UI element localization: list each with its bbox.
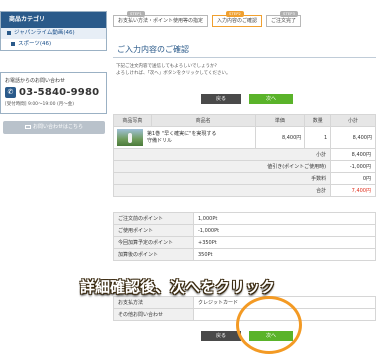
summary-value: 0円 [330, 172, 376, 185]
mail-icon [24, 124, 31, 129]
title-divider [113, 57, 376, 58]
bullet-icon [11, 41, 15, 46]
points-value: +350Pt [193, 236, 376, 249]
category-label: ジャパンライム動画(46) [14, 30, 75, 36]
payment-label: その他お問い合わせ [113, 308, 194, 321]
col-header: 数量 [304, 114, 332, 127]
contact-mail-button[interactable]: お問い合わせはこちら [3, 121, 105, 134]
contact-box: お電話からのお問い合わせ ✆ 03-5840-9980 [受付時間] 9:00〜… [0, 72, 107, 114]
step-1: STEP1 お支払い方法・ポイント使用等の指定 [113, 11, 209, 27]
product-table-header: 商品写真 商品名 単価 数量 小計 [113, 114, 376, 127]
category-box: 商品カテゴリ ジャパンライム動画(46) スポーツ(46) [0, 11, 107, 51]
step-3: STEP3 ご注文完了 [266, 11, 302, 27]
product-table: 商品写真 商品名 単価 数量 小計 第1巻 "早く確実に"を実現する守備ドリル … [112, 114, 376, 197]
category-item-sports[interactable]: スポーツ(46) [1, 39, 106, 50]
contact-mail-label: お問い合わせはこちら [32, 124, 83, 130]
table-row: 第1巻 "早く確実に"を実現する守備ドリル 8,400円 1 8,400円 [113, 126, 376, 149]
col-header: 商品写真 [113, 114, 152, 127]
step-number: STEP3 [280, 11, 298, 17]
step-2: STEP2 入力内容のご確認 [212, 11, 263, 27]
col-header: 小計 [330, 114, 376, 127]
summary-row: 合計 7,400円 [112, 184, 376, 197]
summary-label: 合計 [112, 184, 332, 197]
product-thumbnail [117, 129, 143, 146]
points-label: 加算後のポイント [113, 248, 194, 261]
product-cell: 第1巻 "早く確実に"を実現する守備ドリル [113, 126, 256, 149]
points-table: ご注文前のポイント 1,000Pt ご使用ポイント -1,000Pt 今回加算予定の… [113, 212, 376, 261]
back-button[interactable]: 戻る [201, 94, 241, 104]
category-label: スポーツ(46) [18, 41, 52, 47]
total-value: 7,400円 [330, 184, 376, 197]
summary-row: 小計 8,400円 [112, 148, 376, 161]
summary-row: 手数料 0円 [112, 172, 376, 185]
intro-text: 下記ご注文内容で送信してもよろしいでしょうか? よろしければ、「次へ」ボタンをク… [116, 63, 230, 77]
points-label: ご使用ポイント [113, 224, 194, 237]
points-value: 1,000Pt [193, 212, 376, 225]
col-header: 単価 [254, 114, 306, 127]
summary-value: -1,000円 [330, 160, 376, 173]
instruction-caption: 詳細確認後、次へをクリック [80, 278, 276, 296]
page-title: ご入力内容のご確認 [117, 45, 189, 54]
contact-hours: [受付時間] 9:00〜19:00 (月〜金) [5, 102, 74, 107]
quantity: 1 [304, 126, 332, 149]
points-label: 今回加算予定のポイント [113, 236, 194, 249]
sidebar: 商品カテゴリ ジャパンライム動画(46) スポーツ(46) お電話からのお問い合… [0, 0, 107, 355]
contact-heading: お電話からのお問い合わせ [5, 78, 66, 84]
table-row: 今回加算予定のポイント +350Pt [113, 236, 376, 249]
bullet-icon [7, 30, 11, 35]
col-header: 商品名 [150, 114, 256, 127]
intro-line: 下記ご注文内容で送信してもよろしいでしょうか? [116, 64, 217, 69]
summary-label: 小計 [112, 148, 332, 161]
row-subtotal: 8,400円 [330, 126, 376, 149]
unit-price: 8,400円 [254, 126, 306, 149]
step-number: STEP1 [127, 11, 145, 17]
points-value: -1,000Pt [193, 224, 376, 237]
table-row: 加算後のポイント 350Pt [113, 248, 376, 261]
category-item-japanlime[interactable]: ジャパンライム動画(46) [1, 28, 106, 39]
summary-label: 手数料 [112, 172, 332, 185]
points-value: 350Pt [193, 248, 376, 261]
table-row: ご注文前のポイント 1,000Pt [113, 212, 376, 225]
phone-number: 03-5840-9980 [19, 87, 100, 98]
next-button[interactable]: 次へ [249, 94, 293, 104]
payment-label: お支払方法 [113, 296, 194, 309]
category-title: 商品カテゴリ [1, 12, 106, 28]
contact-phone: ✆ 03-5840-9980 [5, 87, 102, 98]
phone-icon: ✆ [5, 87, 16, 98]
back-button-bottom[interactable]: 戻る [201, 331, 241, 341]
points-label: ご注文前のポイント [113, 212, 194, 225]
intro-line: よろしければ、「次へ」ボタンをクリックしてください。 [116, 71, 231, 76]
summary-row: 値引き(ポイントご使用時) -1,000円 [112, 160, 376, 173]
product-name: 第1巻 "早く確実に"を実現する守備ドリル [147, 130, 217, 144]
step-number: STEP2 [226, 11, 244, 17]
table-row: ご使用ポイント -1,000Pt [113, 224, 376, 237]
highlight-circle [236, 296, 302, 354]
summary-value: 8,400円 [330, 148, 376, 161]
checkout-steps: STEP1 お支払い方法・ポイント使用等の指定 STEP2 入力内容のご確認 S… [113, 11, 305, 27]
summary-label: 値引き(ポイントご使用時) [112, 160, 332, 173]
